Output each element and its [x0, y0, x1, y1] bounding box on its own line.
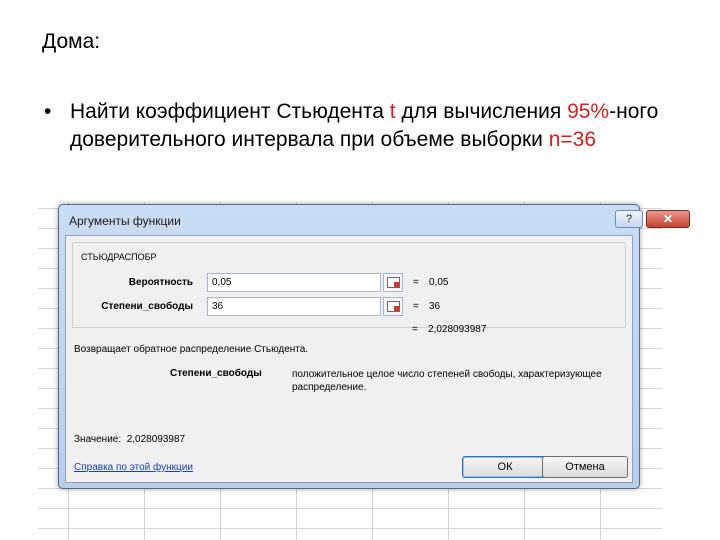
degrees-result: 36	[429, 301, 441, 312]
value-readout: Значение: 2,028093987	[74, 434, 185, 445]
probability-input[interactable]: 0,05	[207, 273, 381, 292]
cancel-button[interactable]: Отмена	[542, 456, 628, 478]
bullet-dot: •	[44, 100, 52, 123]
arg-label-degrees: Степени_свободы	[101, 301, 193, 312]
close-icon[interactable]: ✕	[646, 210, 690, 228]
value-number: 2,028093987	[126, 434, 186, 445]
value-label: Значение:	[74, 434, 122, 445]
help-icon[interactable]: ?	[615, 210, 643, 228]
arg-label-probability: Вероятность	[128, 277, 193, 288]
task-percent: 95%	[567, 100, 610, 123]
task-text-part1: Найти коэффициент Стьюдента	[70, 100, 390, 123]
probability-result: 0,05	[429, 277, 449, 288]
help-link[interactable]: Справка по этой функции	[74, 462, 193, 473]
ok-button[interactable]: ОК	[462, 456, 548, 478]
collapse-dialog-icon[interactable]	[383, 273, 403, 292]
slide-heading: Дома:	[42, 30, 101, 53]
formula-result: 2,028093987	[428, 324, 487, 335]
collapse-dialog-icon[interactable]	[383, 297, 403, 316]
dialog-body: СТЬЮДРАСПОБР Вероятность 0,05 = 0,05 Сте…	[65, 235, 633, 483]
task-sample-size: n=36	[548, 128, 597, 151]
equals-sign: =	[412, 324, 418, 335]
function-group: СТЬЮДРАСПОБР Вероятность 0,05 = 0,05 Сте…	[72, 242, 626, 328]
function-name: СТЬЮДРАСПОБР	[81, 252, 157, 262]
task-text-part2: для вычисления	[395, 100, 568, 123]
degrees-of-freedom-input[interactable]: 36	[207, 297, 381, 316]
equals-sign: =	[413, 277, 419, 288]
task-text: Найти коэффициент Стьюдента t для вычисл…	[70, 98, 670, 154]
equals-sign: =	[413, 301, 419, 312]
function-description: Возвращает обратное распределение Стьюде…	[74, 344, 309, 355]
dialog-title: Аргументы функции	[69, 214, 181, 228]
function-arguments-dialog: Аргументы функции ? ✕ СТЬЮДРАСПОБР Вероя…	[58, 204, 690, 489]
parameter-description: положительное целое число степеней свобо…	[292, 369, 602, 393]
parameter-name: Степени_свободы	[170, 368, 262, 379]
